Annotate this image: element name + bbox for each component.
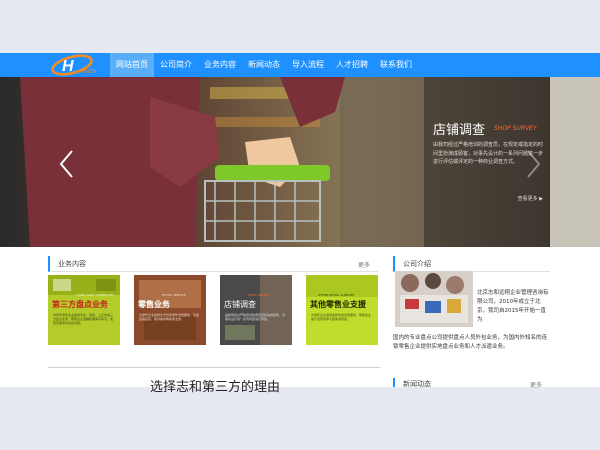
nav-item-about[interactable]: 公司简介 [154,53,198,77]
nav-item-careers[interactable]: 人才招聘 [330,53,374,77]
carousel-prev-arrow-icon[interactable] [55,149,79,179]
nav-item-services[interactable]: 业务内容 [198,53,242,77]
news-more-link[interactable]: 更多 [530,380,542,389]
service-card-image [48,275,120,295]
service-card-text: 为零售企业提供多样化的支援服务，帮助企业提升运营效率与顾客满意度。 [311,313,372,321]
services-more-link[interactable]: 更多 [358,260,370,269]
hero-description: 由我司经过严格培训的调查员，在规定或指定的时间里扮演成顾客，对事先设计的一系列问… [433,142,544,165]
services-section-header: 业务内容 更多 [48,256,378,272]
news-section-title: 新闻动态 [403,380,431,388]
service-card-image [220,275,292,345]
news-section-header: 新闻动态 更多 [393,378,550,389]
service-card-shop-survey[interactable]: SHOP SURVEY 店铺调查 由我司经过严格培训的调查员扮演成顾客，对事先设… [220,275,292,345]
company-section-title: 公司介绍 [403,260,431,268]
service-card-subtitle: RETAIL SERVICE [162,293,186,297]
company-intro-text: 北京志和远翔企业管理咨询有限公司，2010年成立于北京，我司自2015年开始一直… [477,290,549,323]
content-area: 业务内容 更多 THIRD PARTY INVENTORY 第三方盘点业务 为所… [0,247,600,395]
service-card-text: 为所有零售企业提供专业、客观、公正的第三方盘点业务，帮助企业准确把握库存情况，发… [53,313,114,325]
main-nav-menu: 网站首页 公司简介 业务内容 新闻动态 导入流程 人才招聘 联系我们 [110,53,418,77]
nav-item-home[interactable]: 网站首页 [110,53,154,77]
hero-title-english: SHOP SURVEY [494,125,537,132]
service-card-subtitle: THIRD PARTY INVENTORY [76,293,114,297]
service-card-image [306,275,378,297]
service-card-retail[interactable]: RETAIL SERVICE 零售业务 为零售企业提供全方位的零售支援服务，包括… [134,275,206,345]
hero-banner[interactable]: 店铺调查 SHOP SURVEY 由我司经过严格培训的调查员，在规定或指定的时间… [0,77,600,247]
service-card-inventory[interactable]: THIRD PARTY INVENTORY 第三方盘点业务 为所有零售企业提供专… [48,275,120,345]
nav-item-contact[interactable]: 联系我们 [374,53,418,77]
company-intro-text-continued: 国内的专业盘点公司提供盘点人员外包业务，为国内外知名的连锁零售企业提供实地盘点业… [393,335,548,350]
service-card-text: 为零售企业提供全方位的零售支援服务，包括店铺运营、陈列指导等各项业务。 [139,313,200,321]
hero-more-link[interactable]: 查看更多 ▶ [518,195,543,202]
svg-text:HOZN: HOZN [82,69,97,75]
nav-item-news[interactable]: 新闻动态 [242,53,286,77]
service-card-title: 零售业务 [138,300,170,309]
service-card-other-retail[interactable]: OTHER RETAIL SUPPORT 其他零售业支援 为零售企业提供多样化的… [306,275,378,345]
company-logo[interactable]: H HOZN [48,53,100,77]
service-card-title: 第三方盘点业务 [52,300,108,309]
why-choose-us-heading: 选择志和第三方的理由 [150,380,281,395]
service-card-subtitle: SHOP SURVEY [248,293,270,297]
company-section-header: 公司介绍 [393,256,550,272]
service-card-title: 店铺调查 [224,300,256,309]
service-card-title: 其他零售业支援 [310,300,366,309]
service-card-subtitle: OTHER RETAIL SUPPORT [318,293,355,297]
hero-title: 店铺调查 [433,123,486,138]
service-card-text: 由我司经过严格培训的调查员扮演成顾客，对事先设计的一系列问题进行评估。 [225,313,286,321]
company-photo [395,271,473,327]
service-card-image [134,275,206,345]
logo-letter: H [62,58,74,75]
top-navbar: H HOZN 网站首页 公司简介 业务内容 新闻动态 导入流程 人才招聘 联系我… [0,53,600,77]
services-section-title: 业务内容 [58,260,86,268]
nav-item-process[interactable]: 导入流程 [286,53,330,77]
hero-caption-panel: 店铺调查 SHOP SURVEY 由我司经过严格培训的调查员，在规定或指定的时间… [424,77,550,247]
section-divider [48,367,380,368]
